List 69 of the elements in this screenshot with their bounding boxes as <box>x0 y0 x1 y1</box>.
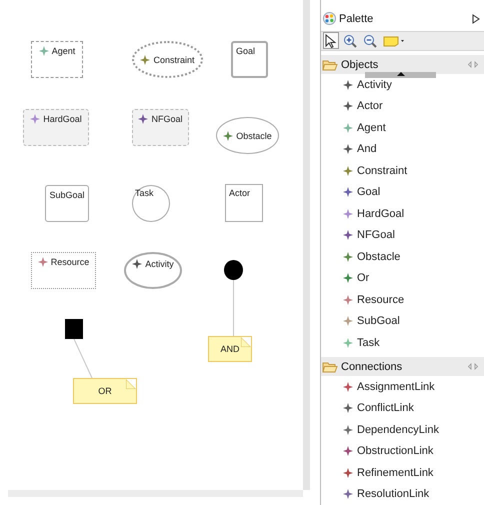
folder-icon <box>322 58 338 71</box>
goal-node[interactable]: SubGoal <box>45 185 89 222</box>
task-node[interactable]: Task <box>132 185 170 222</box>
node-label: SubGoal <box>49 190 85 200</box>
palette-icon <box>323 12 336 26</box>
drawer-header[interactable]: Objects <box>321 55 484 74</box>
zoom-in-icon <box>343 34 357 48</box>
zoom-out-tool[interactable] <box>361 32 379 50</box>
palette-item[interactable]: SubGoal <box>321 310 484 332</box>
palette-item[interactable]: Task <box>321 332 484 354</box>
activity-node[interactable]: Activity <box>124 252 182 289</box>
palette-item[interactable]: ObstructionLink <box>321 440 484 462</box>
palette-item[interactable]: DependencyLink <box>321 418 484 440</box>
node-label: Task <box>135 188 154 198</box>
goal-node[interactable]: NFGoal <box>132 109 189 146</box>
palette-item[interactable]: Constraint <box>321 160 484 182</box>
palette-item[interactable]: ResolutionLink <box>321 483 484 505</box>
palette-item[interactable]: And <box>321 138 484 160</box>
node-label: HardGoal <box>43 114 82 124</box>
palette-title: Palette <box>339 12 374 25</box>
palette-item[interactable]: Actor <box>321 95 484 117</box>
note[interactable]: OR <box>73 378 137 404</box>
folder-icon <box>322 360 338 373</box>
palette-item[interactable]: Goal <box>321 181 484 203</box>
leader-line <box>233 280 234 336</box>
actor-node[interactable]: Actor <box>225 184 263 222</box>
leader-line <box>74 338 92 378</box>
goal-node[interactable]: Goal <box>231 41 268 78</box>
palette-item[interactable]: Activity <box>321 74 484 96</box>
palette-item[interactable]: Or <box>321 267 484 289</box>
palette-item[interactable]: RefinementLink <box>321 462 484 484</box>
palette-item[interactable]: Agent <box>321 116 484 138</box>
horizontal-scrollbar[interactable] <box>8 490 303 497</box>
palette-item[interactable]: NFGoal <box>321 224 484 246</box>
note[interactable]: AND <box>208 336 252 362</box>
collapse-arrows-icon <box>468 363 478 370</box>
or-node[interactable] <box>65 319 83 339</box>
node-label: NFGoal <box>151 114 182 124</box>
folded-corner-icon <box>241 337 251 347</box>
node-label: AND <box>220 344 240 354</box>
node-label: Agent <box>52 46 76 56</box>
palette-item[interactable]: Obstacle <box>321 246 484 268</box>
and-node[interactable] <box>224 260 243 280</box>
node-label: Goal <box>236 46 256 56</box>
obstacle-node[interactable]: Obstacle <box>216 117 279 154</box>
note-icon <box>383 34 405 47</box>
palette-item[interactable]: Resource <box>321 288 484 310</box>
constraint-node[interactable]: Constraint <box>132 41 203 78</box>
drawer-header[interactable]: Connections <box>321 357 484 376</box>
zoom-out-icon <box>363 34 377 48</box>
expand-triangle-icon[interactable] <box>472 14 480 24</box>
palette-item[interactable]: HardGoal <box>321 202 484 224</box>
palette-item[interactable]: AssignmentLink <box>321 376 484 398</box>
node-label: Obstacle <box>236 130 272 140</box>
node-label: Constraint <box>153 54 195 64</box>
collapse-arrows-icon <box>468 61 478 68</box>
resource-node[interactable]: Resource <box>31 252 96 289</box>
node-label: OR <box>98 386 112 396</box>
select-tool[interactable] <box>323 32 339 50</box>
pointer-icon <box>325 34 337 48</box>
agent-node[interactable]: Agent <box>31 41 83 78</box>
zoom-in-tool[interactable] <box>341 32 359 50</box>
node-label: Actor <box>229 188 250 198</box>
folded-corner-icon <box>126 379 136 389</box>
node-label: Resource <box>50 257 90 267</box>
node-label: Activity <box>145 259 174 269</box>
palette-item[interactable]: ConflictLink <box>321 397 484 419</box>
vertical-scrollbar[interactable] <box>303 0 310 490</box>
goal-node[interactable]: HardGoal <box>23 109 89 146</box>
